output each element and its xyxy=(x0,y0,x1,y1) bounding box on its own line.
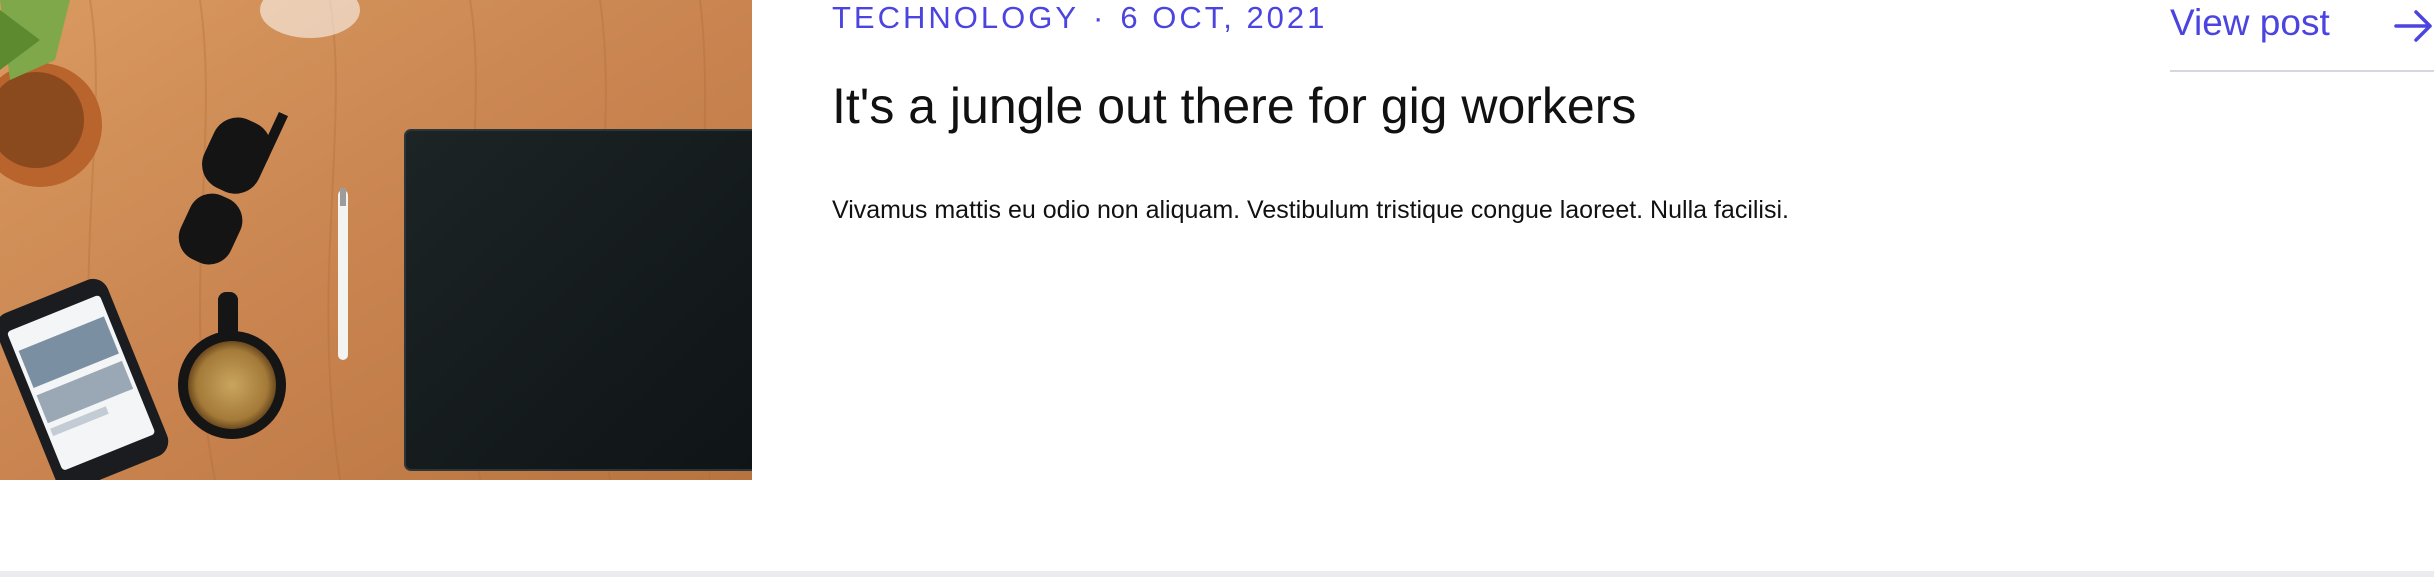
post-category[interactable]: TECHNOLOGY xyxy=(832,0,1079,35)
arrow-right-icon xyxy=(2394,10,2432,42)
meta-separator: · xyxy=(1093,0,1107,35)
desk-photo xyxy=(0,0,752,480)
post-card: TECHNOLOGY · 6 OCT, 2021 It's a jungle out… xyxy=(0,0,2434,577)
post-meta: TECHNOLOGY · 6 OCT, 2021 xyxy=(832,0,1327,36)
post-date: 6 OCT, 2021 xyxy=(1120,0,1328,35)
featured-image[interactable] xyxy=(0,0,752,480)
section-divider xyxy=(0,571,2434,577)
view-post-label: View post xyxy=(2170,2,2330,43)
post-title[interactable]: It's a jungle out there for gig workers xyxy=(832,76,1636,136)
post-excerpt: Vivamus mattis eu odio non aliquam. Vest… xyxy=(832,196,1789,224)
view-post-link[interactable]: View post xyxy=(2170,0,2434,72)
